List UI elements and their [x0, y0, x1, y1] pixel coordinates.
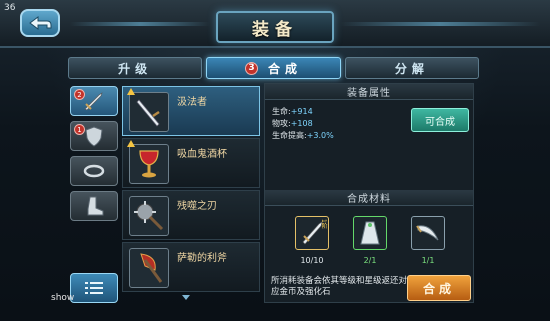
filter-boots[interactable] [70, 191, 118, 221]
item-thumbnail [129, 248, 169, 288]
stat-value: +914 [290, 107, 313, 116]
equipment-list: 汲法者 吸血鬼酒杯 残噬之刃 萨勒的利斧 [122, 86, 260, 304]
material-count: 2/1 [363, 256, 377, 265]
notification-badge: 2 [74, 89, 85, 100]
stat-key: 生命: [272, 107, 291, 116]
list-view-button[interactable] [70, 273, 118, 303]
craftable-button[interactable]: 可合成 [411, 108, 469, 132]
material-level: 1阶 [320, 219, 327, 229]
stat-value: +108 [290, 119, 313, 128]
mace-icon [134, 201, 164, 231]
stat-row: 生命:+914 [272, 106, 313, 117]
dagger-icon [416, 225, 439, 241]
filter-accessory[interactable] [70, 156, 118, 186]
tab-bar: 升级 3 合成 分解 [68, 57, 479, 79]
list-icon [85, 282, 103, 294]
back-button[interactable] [20, 9, 60, 37]
filter-armor[interactable]: 1 [70, 121, 118, 151]
material-count: 1/1 [421, 256, 435, 265]
material-slot[interactable]: 1阶 [295, 216, 329, 250]
list-item[interactable]: 萨勒的利斧 [122, 242, 260, 292]
show-label: show [51, 293, 75, 303]
decompose-note: 所消耗装备会依其等级和星级返还对应金币及强化石 [271, 276, 408, 297]
notification-badge: 3 [244, 61, 258, 75]
tab-upgrade[interactable]: 升级 [68, 57, 203, 79]
tab-label: 升级 [118, 61, 153, 76]
item-thumbnail [129, 196, 169, 236]
back-arrow-icon [29, 16, 52, 30]
item-name: 汲法者 [177, 97, 207, 108]
item-name: 吸血鬼酒杯 [177, 149, 227, 160]
tab-combine[interactable]: 3 合成 [206, 57, 341, 79]
upgrade-arrow-icon [127, 140, 135, 147]
item-name: 萨勒的利斧 [177, 253, 227, 264]
item-thumbnail [129, 144, 169, 184]
attributes-header: 装备属性 [265, 84, 473, 100]
fps-counter: 36 [4, 3, 16, 13]
stat-key: 物攻: [272, 119, 291, 128]
tab-decompose[interactable]: 分解 [344, 57, 479, 79]
boot-icon [87, 196, 104, 216]
detail-panel: 装备属性 生命:+914 物攻:+108 生命提高:+3.0% 可合成 合成材料… [264, 83, 474, 303]
sword-icon [136, 99, 160, 127]
scroll-down-icon[interactable] [182, 295, 190, 300]
material-slot[interactable] [411, 216, 445, 250]
list-item[interactable]: 吸血鬼酒杯 [122, 138, 260, 188]
filter-weapon[interactable]: 2 [70, 86, 118, 116]
goblet-icon [139, 150, 159, 178]
cloak-icon [360, 221, 380, 245]
top-bar: 36 装备 [0, 0, 550, 48]
upgrade-arrow-icon [127, 88, 135, 95]
ring-icon [83, 164, 105, 178]
tab-label: 分解 [394, 61, 429, 76]
list-item[interactable]: 残噬之刃 [122, 190, 260, 240]
stat-key: 生命提高: [272, 131, 307, 140]
header-ornament-right [340, 22, 540, 26]
tab-label: 合成 [267, 61, 302, 76]
stat-value: +3.0% [306, 131, 334, 140]
page-title: 装备 [252, 19, 298, 40]
combine-button[interactable]: 合成 [407, 275, 471, 301]
stat-row: 生命提高:+3.0% [272, 130, 334, 141]
stat-row: 物攻:+108 [272, 118, 313, 129]
axe-icon [140, 253, 163, 283]
material-slot[interactable] [353, 216, 387, 250]
notification-badge: 1 [74, 124, 85, 135]
header-ornament-left [70, 22, 210, 26]
item-thumbnail [129, 92, 169, 132]
list-item[interactable]: 汲法者 [122, 86, 260, 136]
item-name: 残噬之刃 [177, 201, 217, 212]
material-count: 10/10 [300, 256, 324, 265]
page-title-box: 装备 [216, 11, 334, 43]
materials-header: 合成材料 [265, 190, 473, 206]
